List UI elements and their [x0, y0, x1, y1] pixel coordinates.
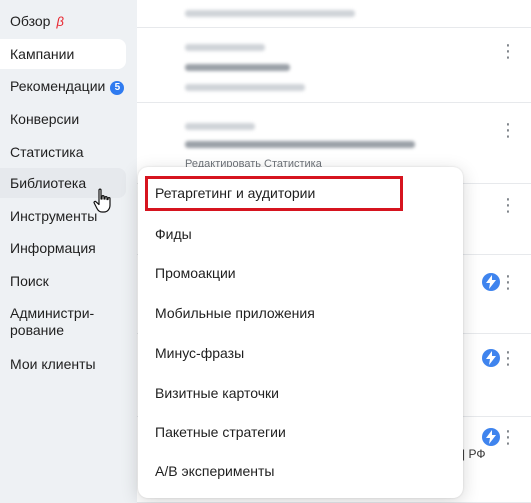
sidebar-item-label: Кампании: [10, 46, 75, 62]
sidebar-item-label: Админист­ри-: [10, 305, 95, 321]
lightning-icon[interactable]: [482, 349, 500, 367]
sidebar-item-info[interactable]: Информация: [0, 240, 126, 257]
sidebar-item-label: Информация: [10, 240, 96, 256]
menu-item-promotions[interactable]: Промоакции: [155, 265, 236, 282]
more-menu-icon[interactable]: ⋮: [499, 349, 517, 367]
sidebar-item-conversions[interactable]: Конверсии: [0, 111, 126, 128]
menu-item-mobile-apps[interactable]: Мобильные приложения: [155, 305, 315, 322]
sidebar-item-label: Поиск: [10, 273, 49, 289]
menu-item-package-strategies[interactable]: Пакетные стратегии: [155, 424, 286, 441]
sidebar-item-overview[interactable]: Обзор β: [0, 13, 126, 30]
sidebar-item-label: Рекомендации: [10, 78, 106, 94]
sidebar-item-label: Библиотека: [10, 175, 87, 191]
sidebar-item-label: Конверсии: [10, 111, 80, 127]
lightning-icon[interactable]: [482, 273, 500, 291]
sidebar-item-campaigns[interactable]: Кампании: [0, 39, 126, 69]
menu-item-feeds[interactable]: Фиды: [155, 226, 192, 243]
menu-item-negative-keywords[interactable]: Минус-фразы: [155, 345, 244, 362]
lightning-icon[interactable]: [482, 428, 500, 446]
sidebar-item-label: Инструменты: [10, 208, 98, 224]
menu-item-ab-experiments[interactable]: A/B эксперименты: [155, 463, 274, 480]
sidebar-item-label-line2: рование: [10, 322, 64, 338]
sidebar: Обзор β Кампании Рекомендации 5 Конверсии …: [0, 0, 137, 502]
library-dropdown: Ретаргетинг и аудитории Фиды Промоакции …: [138, 167, 463, 498]
sidebar-item-label: Обзор: [10, 13, 51, 29]
sidebar-item-search[interactable]: Поиск: [0, 273, 126, 290]
sidebar-item-administration[interactable]: Админист­ри- рование: [0, 305, 126, 339]
more-menu-icon[interactable]: ⋮: [499, 42, 517, 60]
sidebar-item-label: Статистика: [10, 144, 84, 160]
more-menu-icon[interactable]: ⋮: [499, 196, 517, 214]
count-badge: 5: [110, 81, 125, 95]
more-menu-icon[interactable]: ⋮: [499, 428, 517, 446]
region-label: | РФ: [462, 447, 486, 461]
beta-badge: β: [56, 14, 64, 29]
sidebar-item-label: Мои клиенты: [10, 356, 96, 372]
sidebar-item-recommendations[interactable]: Рекомендации 5: [0, 78, 126, 95]
hand-cursor-icon: [93, 188, 111, 213]
list-item[interactable]: ⋮: [137, 28, 531, 103]
more-menu-icon[interactable]: ⋮: [499, 273, 517, 291]
more-menu-icon[interactable]: ⋮: [499, 121, 517, 139]
sidebar-item-my-clients[interactable]: Мои клиенты: [0, 356, 126, 373]
menu-item-retargeting[interactable]: Ретаргетинг и аудитории: [155, 185, 315, 202]
sidebar-item-statistics[interactable]: Статистика: [0, 144, 126, 161]
list-item[interactable]: [137, 0, 531, 28]
menu-item-business-cards[interactable]: Визитные карточки: [155, 385, 279, 402]
